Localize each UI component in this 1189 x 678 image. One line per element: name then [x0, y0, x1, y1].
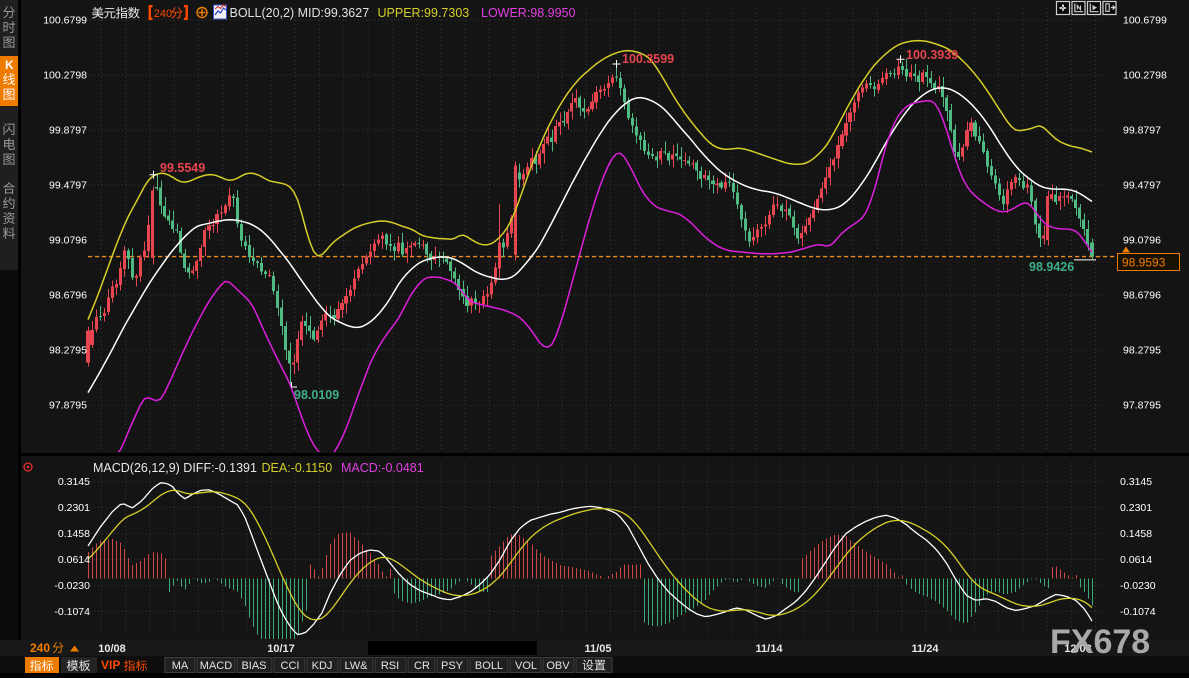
- svg-text:98.6796: 98.6796: [1123, 290, 1161, 302]
- svg-text:MA: MA: [172, 660, 189, 672]
- svg-text:0.2301: 0.2301: [1120, 502, 1152, 514]
- svg-text:-0.1074: -0.1074: [54, 606, 90, 618]
- svg-text:0.1458: 0.1458: [58, 528, 90, 540]
- svg-text:98.2795: 98.2795: [49, 345, 87, 357]
- svg-text:100.2798: 100.2798: [1123, 70, 1167, 82]
- svg-text:99.4797: 99.4797: [1123, 180, 1161, 192]
- svg-text:MACD:-0.0481: MACD:-0.0481: [341, 461, 424, 475]
- svg-text:100.3599: 100.3599: [622, 52, 674, 66]
- svg-text:97.8795: 97.8795: [1123, 400, 1161, 412]
- svg-text:0.3145: 0.3145: [58, 476, 90, 488]
- svg-text:11/14: 11/14: [756, 643, 784, 655]
- svg-text:240: 240: [30, 641, 50, 655]
- svg-text:100.6799: 100.6799: [43, 15, 87, 27]
- svg-text:UPPER:99.7303: UPPER:99.7303: [378, 6, 470, 20]
- svg-text:99.0796: 99.0796: [49, 235, 87, 247]
- svg-text:240: 240: [154, 8, 172, 20]
- svg-text:LOWER:98.9950: LOWER:98.9950: [481, 6, 576, 20]
- svg-text:VIP: VIP: [101, 658, 120, 672]
- svg-text:98.9426: 98.9426: [1029, 260, 1074, 274]
- svg-text:FX678: FX678: [1050, 623, 1150, 661]
- svg-text:99.0796: 99.0796: [1123, 235, 1161, 247]
- svg-text:BOLL(20,2) MID:99.3627: BOLL(20,2) MID:99.3627: [230, 6, 370, 20]
- svg-text:100.3939: 100.3939: [906, 48, 958, 62]
- svg-text:LW&: LW&: [344, 660, 368, 672]
- svg-text:PSY: PSY: [441, 660, 464, 672]
- svg-text:MACD(26,12,9) DIFF:-0.1391: MACD(26,12,9) DIFF:-0.1391: [93, 461, 257, 475]
- svg-text:OBV: OBV: [546, 660, 570, 672]
- svg-text:0.0614: 0.0614: [58, 554, 90, 566]
- svg-text:11/05: 11/05: [585, 643, 612, 655]
- svg-text:BOLL: BOLL: [475, 660, 503, 672]
- svg-text:99.5549: 99.5549: [160, 161, 205, 175]
- svg-text:99.8797: 99.8797: [49, 125, 87, 137]
- svg-text:100.6799: 100.6799: [1123, 15, 1167, 27]
- svg-text:CCI: CCI: [281, 660, 300, 672]
- svg-text:RSI: RSI: [381, 660, 399, 672]
- svg-text:97.8795: 97.8795: [49, 400, 87, 412]
- svg-text:98.0109: 98.0109: [294, 388, 339, 402]
- svg-text:10/08: 10/08: [98, 643, 126, 655]
- svg-text:-0.0230: -0.0230: [1120, 580, 1156, 592]
- svg-text:VOL: VOL: [515, 660, 537, 672]
- svg-text:98.9593: 98.9593: [1122, 256, 1166, 270]
- svg-text:98.6796: 98.6796: [49, 290, 87, 302]
- svg-text:99.8797: 99.8797: [1123, 125, 1161, 137]
- svg-text:-0.0230: -0.0230: [54, 580, 90, 592]
- svg-text:MACD: MACD: [200, 660, 232, 672]
- svg-text:DEA:-0.1150: DEA:-0.1150: [262, 461, 333, 475]
- svg-text:11/24: 11/24: [912, 643, 940, 655]
- svg-text:BIAS: BIAS: [241, 660, 266, 672]
- svg-text:-0.1074: -0.1074: [1120, 606, 1156, 618]
- svg-text:10/17: 10/17: [267, 643, 295, 655]
- svg-text:98.2795: 98.2795: [1123, 345, 1161, 357]
- svg-text:CR: CR: [414, 660, 430, 672]
- svg-text:0.2301: 0.2301: [58, 502, 90, 514]
- svg-text:K: K: [5, 58, 14, 72]
- svg-text:KDJ: KDJ: [312, 660, 333, 672]
- svg-text:0.3145: 0.3145: [1120, 476, 1152, 488]
- svg-text:99.4797: 99.4797: [49, 180, 87, 192]
- svg-text:100.2798: 100.2798: [43, 70, 87, 82]
- svg-text:0.0614: 0.0614: [1120, 554, 1152, 566]
- svg-text:0.1458: 0.1458: [1120, 528, 1152, 540]
